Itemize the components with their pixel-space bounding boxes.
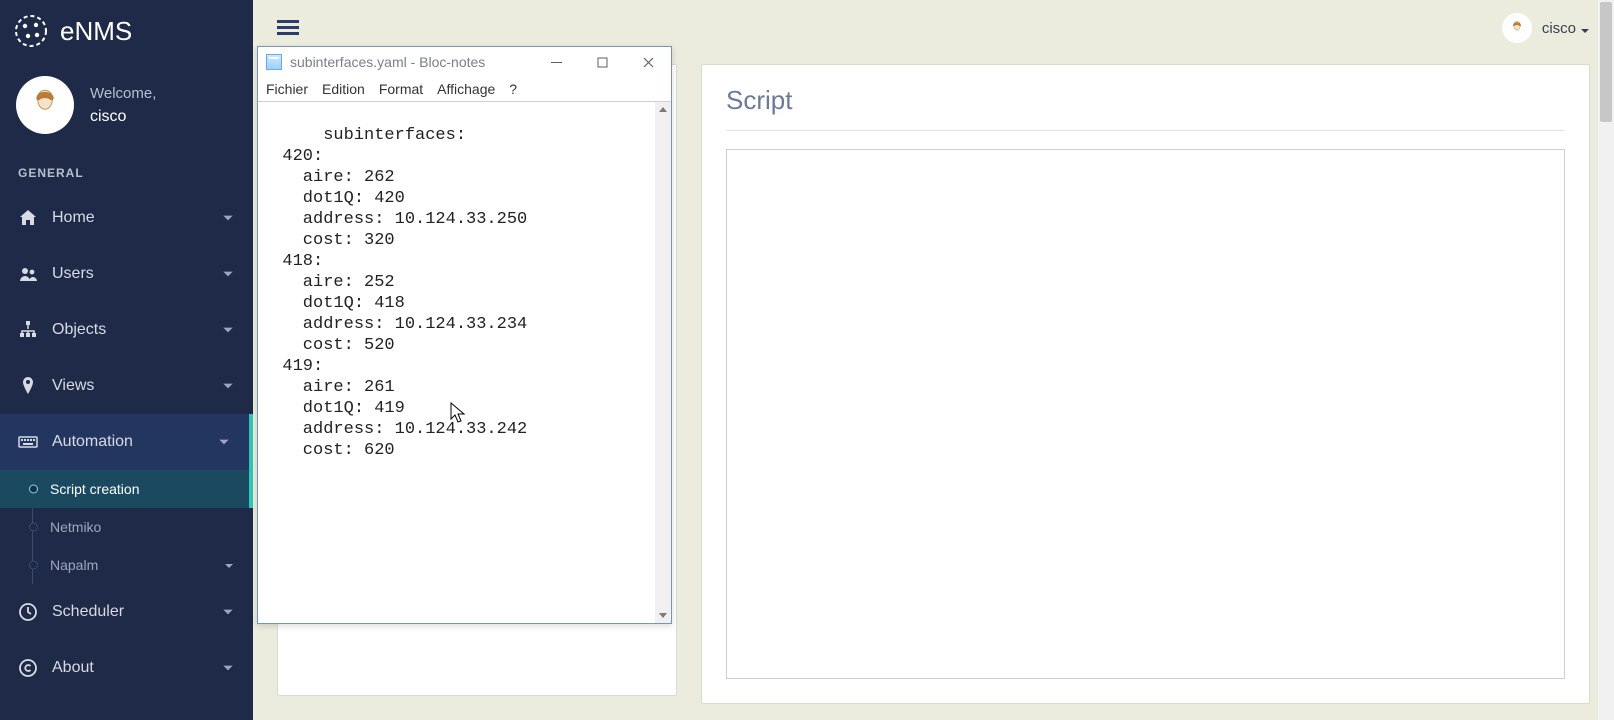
sidebar-item-home[interactable]: Home bbox=[0, 190, 253, 246]
sidebar-item-label: Scheduler bbox=[52, 603, 221, 621]
chevron-down-icon bbox=[1580, 23, 1590, 33]
sidebar-item-views[interactable]: Views bbox=[0, 358, 253, 414]
app-logo-row: eNMS bbox=[0, 0, 253, 62]
sidebar-user-text: Welcome, cisco bbox=[90, 85, 156, 126]
notepad-titlebar[interactable]: subinterfaces.yaml - Bloc-notes bbox=[258, 47, 671, 77]
minimize-button[interactable] bbox=[533, 47, 579, 77]
sub-item-script-creation[interactable]: Script creation bbox=[0, 470, 253, 508]
notepad-window[interactable]: subinterfaces.yaml - Bloc-notes Fichier … bbox=[257, 46, 672, 624]
maximize-button[interactable] bbox=[579, 47, 625, 77]
sidebar-user-block: Welcome, cisco bbox=[0, 62, 253, 152]
script-textarea[interactable] bbox=[726, 149, 1565, 679]
menu-item-format[interactable]: Format bbox=[379, 81, 423, 97]
panel-title: Script bbox=[726, 85, 1565, 131]
app-name: eNMS bbox=[60, 16, 132, 47]
window-controls bbox=[533, 47, 671, 77]
keyboard-icon bbox=[18, 432, 38, 452]
scroll-down-icon[interactable] bbox=[655, 607, 671, 623]
copyright-icon bbox=[18, 658, 38, 678]
sidebar-item-label: Objects bbox=[52, 321, 221, 339]
notepad-app-icon bbox=[266, 54, 282, 70]
sidebar-item-users[interactable]: Users bbox=[0, 246, 253, 302]
notepad-content: subinterfaces: 420: aire: 262 dot1Q: 420… bbox=[262, 126, 527, 460]
scroll-track[interactable] bbox=[655, 118, 671, 607]
sidebar-item-label: About bbox=[52, 659, 221, 677]
close-button[interactable] bbox=[625, 47, 671, 77]
sub-item-label: Script creation bbox=[50, 481, 139, 497]
sidebar-item-label: Home bbox=[52, 209, 221, 227]
menu-item-file[interactable]: Fichier bbox=[266, 81, 308, 97]
avatar bbox=[16, 76, 74, 134]
sidebar-item-label: Views bbox=[52, 377, 221, 395]
menu-item-view[interactable]: Affichage bbox=[437, 81, 495, 97]
chevron-down-icon bbox=[221, 379, 235, 393]
notepad-title: subinterfaces.yaml - Bloc-notes bbox=[290, 54, 485, 70]
user-menu[interactable]: cisco bbox=[1502, 13, 1590, 43]
chevron-down-icon bbox=[221, 323, 235, 337]
sidebar-item-automation[interactable]: Automation bbox=[0, 414, 253, 470]
sidebar-item-about[interactable]: About bbox=[0, 640, 253, 696]
user-menu-label: cisco bbox=[1542, 20, 1590, 37]
sidebar-item-objects[interactable]: Objects bbox=[0, 302, 253, 358]
chevron-down-icon bbox=[217, 435, 231, 449]
page-scrollbar[interactable] bbox=[1598, 0, 1614, 720]
hamburger-icon[interactable] bbox=[277, 17, 299, 39]
welcome-label: Welcome, bbox=[90, 85, 156, 102]
notepad-scrollbar[interactable] bbox=[655, 102, 671, 623]
chevron-down-icon bbox=[221, 605, 235, 619]
pin-icon bbox=[18, 376, 38, 396]
sub-item-napalm[interactable]: Napalm bbox=[0, 546, 253, 584]
sidebar-item-label: Automation bbox=[52, 433, 217, 451]
sitemap-icon bbox=[18, 320, 38, 340]
notepad-text-area[interactable]: subinterfaces: 420: aire: 262 dot1Q: 420… bbox=[258, 101, 671, 623]
notepad-menubar: Fichier Edition Format Affichage ? bbox=[258, 77, 671, 101]
chevron-down-icon bbox=[221, 267, 235, 281]
sub-item-label: Netmiko bbox=[50, 519, 101, 535]
sidebar: eNMS Welcome, cisco GENERAL Home Users bbox=[0, 0, 253, 720]
home-icon bbox=[18, 208, 38, 228]
user-name-label: cisco bbox=[90, 108, 156, 126]
main-area: cisco Script subinterfaces.yaml - Bloc-n… bbox=[253, 0, 1614, 720]
app-logo-icon bbox=[14, 14, 48, 48]
script-panel: Script bbox=[701, 64, 1590, 704]
menu-item-help[interactable]: ? bbox=[509, 81, 517, 97]
chevron-down-icon bbox=[223, 559, 235, 571]
sidebar-item-label: Users bbox=[52, 265, 221, 283]
clock-icon bbox=[18, 602, 38, 622]
scroll-thumb[interactable] bbox=[1600, 2, 1612, 122]
user-menu-name: cisco bbox=[1542, 20, 1576, 37]
scroll-up-icon[interactable] bbox=[655, 102, 671, 118]
sidebar-section-label: GENERAL bbox=[0, 152, 253, 190]
sub-item-netmiko[interactable]: Netmiko bbox=[0, 508, 253, 546]
users-icon bbox=[18, 264, 38, 284]
menu-item-edit[interactable]: Edition bbox=[322, 81, 365, 97]
automation-submenu: Script creation Netmiko Napalm bbox=[0, 470, 253, 584]
avatar bbox=[1502, 13, 1532, 43]
chevron-down-icon bbox=[221, 211, 235, 225]
sidebar-item-scheduler[interactable]: Scheduler bbox=[0, 584, 253, 640]
chevron-down-icon bbox=[221, 661, 235, 675]
sub-item-label: Napalm bbox=[50, 557, 98, 573]
